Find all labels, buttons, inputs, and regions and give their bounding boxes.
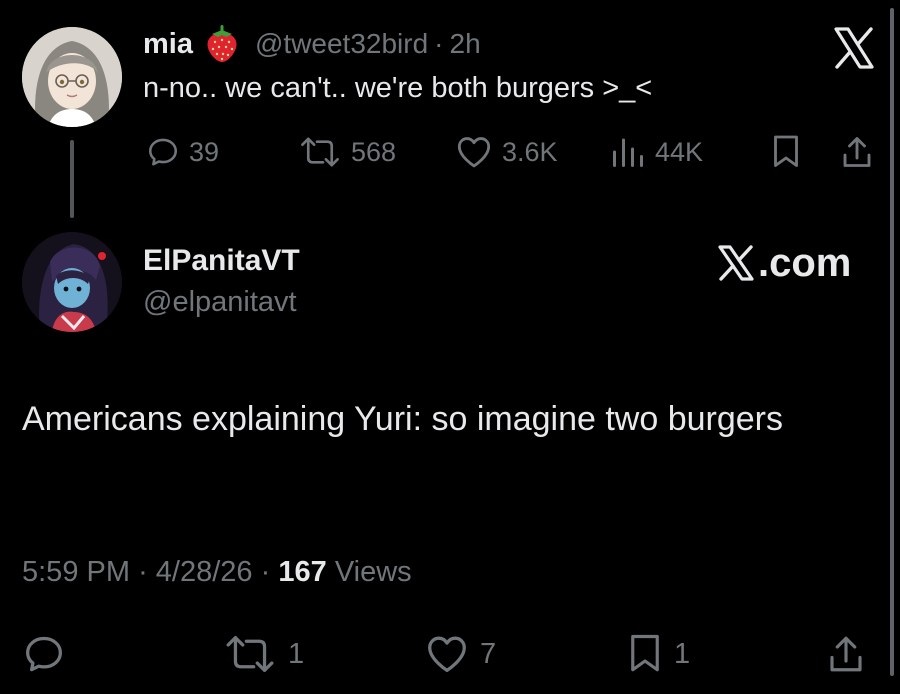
- watermark-text: .com: [758, 240, 852, 285]
- author-display-name[interactable]: ElPanitaVT: [143, 244, 300, 278]
- repost-count: 568: [351, 136, 397, 167]
- heart-icon: [428, 636, 466, 672]
- repost-button[interactable]: 568: [298, 132, 396, 172]
- avatar[interactable]: [22, 232, 122, 332]
- repost-icon: [301, 137, 339, 167]
- separator-dot: ·: [434, 28, 444, 59]
- avatar-image: [22, 27, 122, 127]
- tweet-date[interactable]: 4/28/26: [156, 556, 253, 588]
- x-logo-icon: [718, 245, 754, 281]
- separator-dot: ·: [138, 556, 148, 588]
- views-label: Views: [334, 556, 412, 588]
- separator-dot: ·: [260, 556, 271, 588]
- like-button[interactable]: 7: [424, 632, 496, 676]
- parent-display-name[interactable]: mia: [143, 28, 193, 61]
- bookmark-count: 1: [674, 637, 691, 670]
- like-count: 3.6K: [502, 136, 558, 167]
- share-button[interactable]: [840, 132, 874, 172]
- views-button[interactable]: 44K: [610, 132, 703, 172]
- parent-timestamp[interactable]: 2h: [450, 28, 481, 60]
- reply-count: 39: [189, 136, 220, 167]
- parent-tweet-text: n-no.. we can't.. we're both burgers >_<: [143, 72, 653, 104]
- author-handle[interactable]: @elpanitavt: [143, 286, 297, 319]
- bookmark-button[interactable]: 1: [626, 632, 690, 676]
- share-button[interactable]: [826, 632, 866, 676]
- bookmark-button[interactable]: [770, 132, 802, 172]
- bookmark-icon: [631, 634, 659, 672]
- parent-handle[interactable]: @tweet32bird: [255, 28, 428, 60]
- heart-icon: [457, 137, 491, 168]
- share-icon: [830, 636, 862, 672]
- views-count: 167: [278, 556, 327, 588]
- views-count: 44K: [655, 136, 704, 167]
- repost-button[interactable]: 1: [222, 632, 304, 676]
- like-button[interactable]: 3.6K: [455, 132, 558, 172]
- strawberry-icon: [207, 25, 237, 62]
- reply-button[interactable]: 39: [146, 132, 219, 172]
- x-logo-icon[interactable]: [832, 26, 876, 70]
- tweet-meta: 5:59 PM · 4/28/26 · 167 Views: [22, 556, 412, 589]
- reply-icon: [148, 138, 178, 166]
- share-icon: [843, 137, 871, 167]
- tweet-time[interactable]: 5:59 PM: [22, 556, 130, 588]
- bookmark-icon: [774, 135, 798, 167]
- repost-icon: [226, 636, 274, 672]
- xcom-watermark: .com: [716, 240, 851, 286]
- avatar[interactable]: [22, 27, 122, 127]
- parent-action-bar: 39 568 3.6K 44K: [0, 132, 900, 172]
- parent-tweet-header: mia @tweet32bird · 2h: [143, 24, 481, 64]
- avatar-image: [22, 232, 122, 332]
- analytics-icon: [613, 138, 643, 167]
- reply-button[interactable]: [22, 632, 66, 676]
- tweet-text: Americans explaining Yuri: so imagine tw…: [22, 400, 783, 438]
- scrollbar[interactable]: [890, 8, 894, 676]
- like-count: 7: [480, 637, 497, 670]
- repost-count: 1: [288, 637, 305, 670]
- tweet-action-bar: 1 7 1: [0, 632, 900, 676]
- reply-icon: [25, 636, 62, 672]
